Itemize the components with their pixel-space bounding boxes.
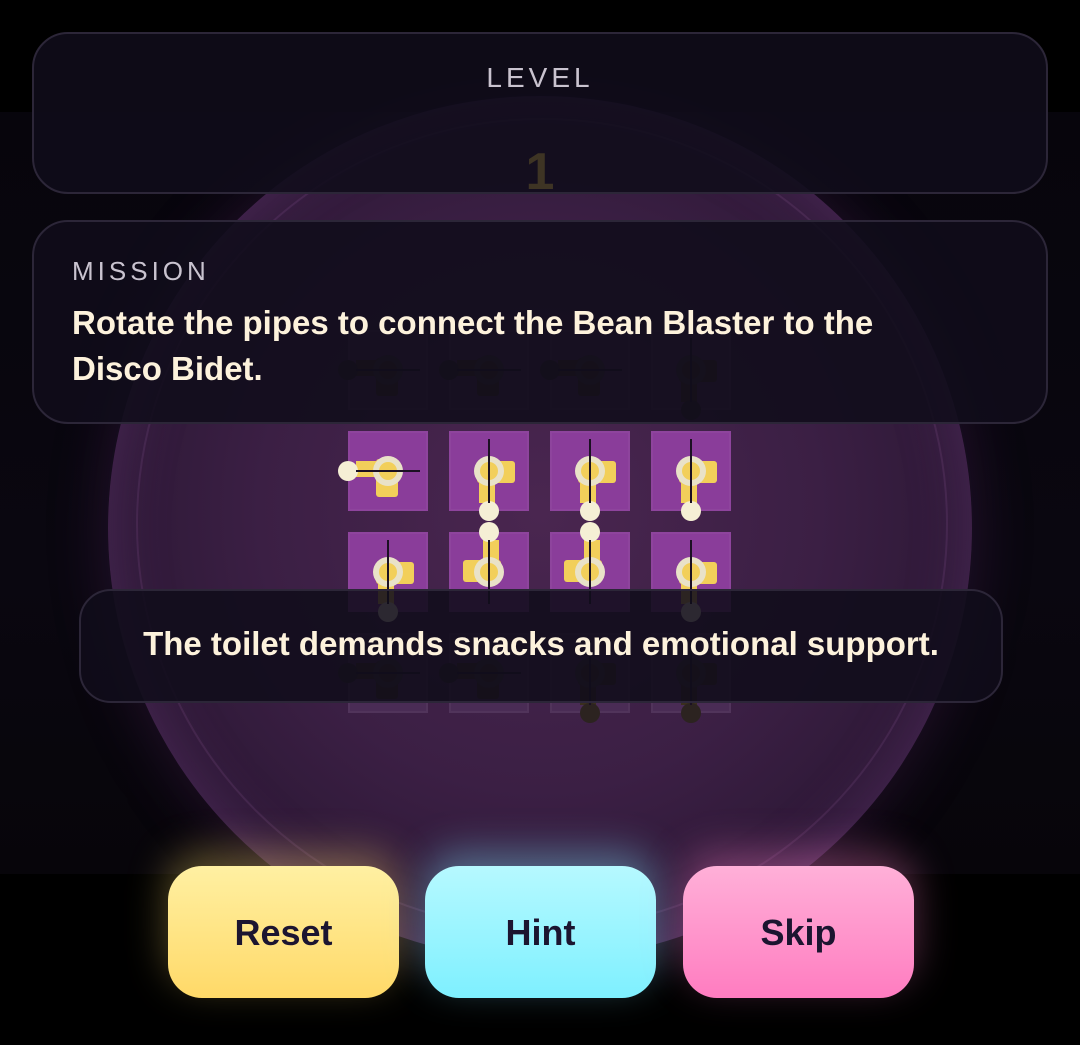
grid-tile[interactable]	[449, 431, 529, 521]
grid-tile[interactable]	[651, 431, 731, 521]
level-number: 1	[525, 143, 555, 201]
level-panel: LEVEL 1	[32, 32, 1048, 198]
toast-text: The toilet demands snacks and emotional …	[143, 625, 939, 662]
level-label: LEVEL	[486, 62, 594, 93]
hint-button[interactable]: Hint	[425, 866, 656, 998]
pipe-tee-icon	[676, 439, 717, 521]
skip-button[interactable]: Skip	[683, 866, 914, 998]
grid-tile[interactable]	[338, 431, 428, 511]
mission-label: MISSION	[72, 256, 210, 286]
pipe-tee-icon	[338, 456, 420, 497]
game-stage: LEVEL 1 MISSION Rotate the pipes to conn…	[0, 0, 1080, 1045]
reset-button[interactable]: Reset	[168, 866, 399, 998]
grid-tile[interactable]	[550, 431, 630, 521]
toast-message: The toilet demands snacks and emotional …	[79, 589, 1003, 703]
pipe-tee-icon	[575, 439, 616, 521]
mission-panel: MISSION Rotate the pipes to connect the …	[32, 220, 1048, 424]
mission-text: Rotate the pipes to connect the Bean Bla…	[72, 304, 874, 387]
pipe-tee-icon	[474, 439, 515, 521]
